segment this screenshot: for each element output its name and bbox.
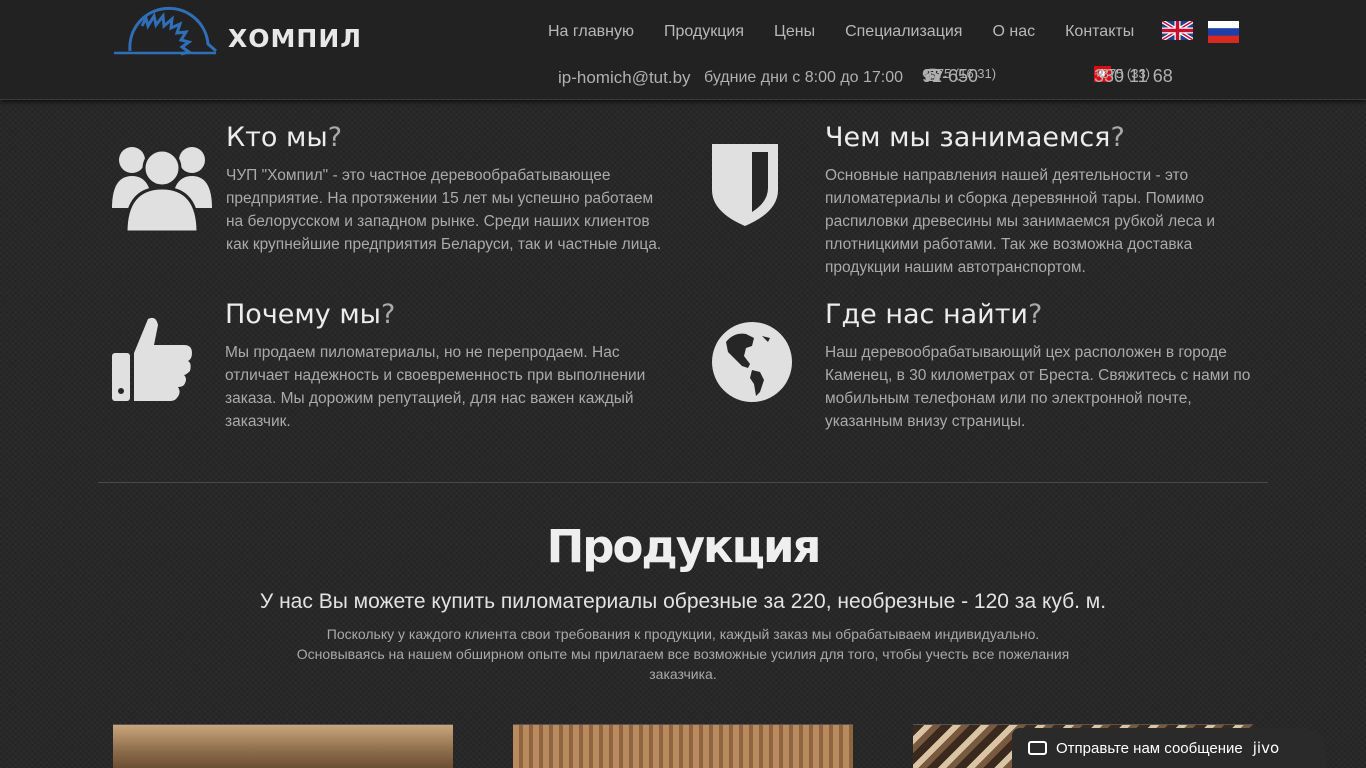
feature-text: Основные направления нашей деятельности … bbox=[825, 167, 1216, 276]
feature-title: Чем мы занимаемся? bbox=[825, 122, 1125, 153]
chat-widget-label: Отправьте нам сообщение bbox=[1056, 739, 1243, 757]
feature-title: Кто мы? bbox=[226, 122, 343, 153]
feature-title: Где нас найти? bbox=[825, 299, 1043, 330]
shield-icon bbox=[712, 144, 778, 226]
feature-what-we-do: Чем мы занимаемся? Основные направления … bbox=[825, 122, 1265, 279]
nav-home[interactable]: На главную bbox=[548, 23, 634, 41]
nav-contacts[interactable]: Контакты bbox=[1065, 23, 1134, 41]
working-hours: будние дни с 8:00 до 17:00 bbox=[704, 69, 904, 86]
email-link[interactable]: ip-homich@tut.by bbox=[558, 68, 691, 88]
nav-specialization[interactable]: Специализация bbox=[845, 23, 962, 41]
site-header: ХОМПИЛ На главную Продукция Цены Специал… bbox=[0, 0, 1366, 100]
nav-prices[interactable]: Цены bbox=[774, 23, 815, 41]
section-divider bbox=[98, 482, 1268, 483]
feature-text: ЧУП "Хомпил" - это частное деревообрабат… bbox=[226, 167, 662, 253]
thumbs-up-icon bbox=[112, 317, 192, 401]
flag-uk-icon[interactable] bbox=[1162, 21, 1193, 40]
feature-title: Почему мы? bbox=[225, 299, 396, 330]
globe-icon bbox=[712, 322, 792, 402]
feature-text: Мы продаем пиломатериалы, но не перепрод… bbox=[225, 344, 646, 430]
users-icon bbox=[112, 147, 212, 232]
feature-why-us: Почему мы? Мы продаем пиломатериалы, но … bbox=[225, 299, 675, 433]
main-nav: На главную Продукция Цены Специализация … bbox=[548, 23, 1164, 41]
envelope-icon bbox=[1028, 741, 1047, 755]
product-thumbnail[interactable] bbox=[513, 724, 853, 768]
feature-who-we-are: Кто мы? ЧУП "Хомпил" - это частное дерев… bbox=[226, 122, 671, 256]
feature-text: Наш деревообрабатывающий цех расположен … bbox=[825, 344, 1251, 430]
feature-where-to-find: Где нас найти? Наш деревообрабатывающий … bbox=[825, 299, 1265, 433]
saw-blade-logo-icon bbox=[114, 6, 217, 56]
chat-widget-button[interactable]: Отправьте нам сообщение jivo bbox=[1012, 728, 1326, 768]
phone1-number: 92-650 bbox=[922, 66, 979, 86]
nav-about[interactable]: О нас bbox=[992, 23, 1035, 41]
logo-text: ХОМПИЛ bbox=[228, 24, 363, 53]
products-subtitle: У нас Вы можете купить пиломатериалы обр… bbox=[259, 590, 1107, 613]
chat-brand-logo: jivo bbox=[1252, 739, 1280, 757]
product-thumbnail[interactable] bbox=[113, 724, 453, 768]
nav-products[interactable]: Продукция bbox=[664, 23, 744, 41]
contacts-bar: ip-homich@tut.by будние дни с 8:00 до 17… bbox=[0, 66, 1366, 90]
products-description: Поскольку у каждого клиента свои требова… bbox=[296, 626, 1070, 682]
flag-ru-icon[interactable] bbox=[1208, 21, 1239, 43]
products-title: Продукция bbox=[546, 520, 822, 573]
phone2-number: 330 11 68 bbox=[1094, 66, 1173, 86]
